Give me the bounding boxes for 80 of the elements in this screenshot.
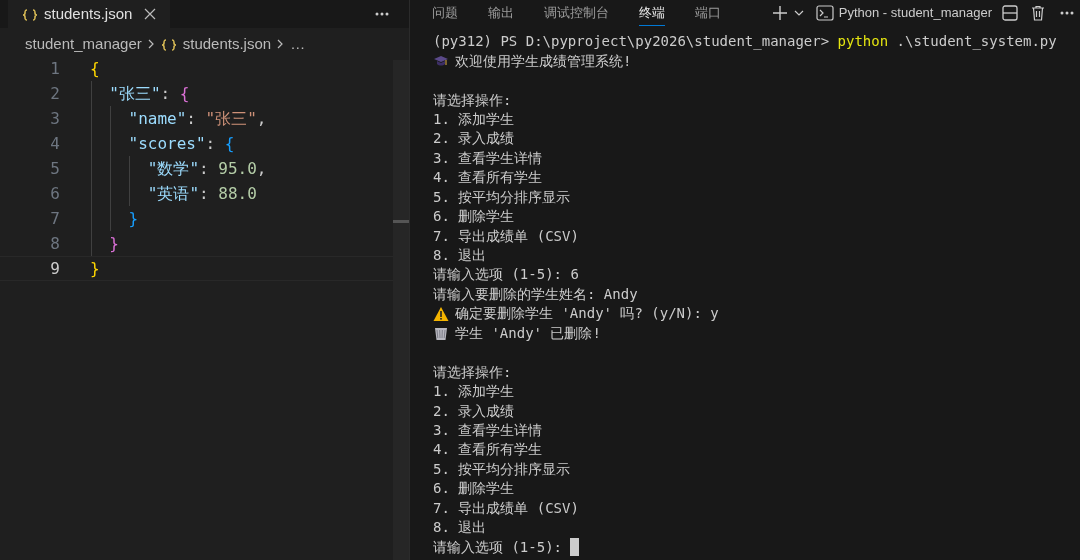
more-actions-icon[interactable] (375, 12, 389, 16)
terminal-line: 4. 查看所有学生 (433, 168, 543, 188)
panel-tab[interactable]: 问题 (432, 0, 458, 26)
panel-tab[interactable]: 输出 (488, 0, 514, 26)
line-number: 5 (49, 157, 61, 180)
code-token: } (90, 257, 100, 280)
line-number: 6 (49, 182, 61, 205)
panel-tab[interactable]: 终端 (639, 0, 665, 26)
breadcrumb-item[interactable]: … (290, 32, 306, 56)
panel-tab[interactable]: 端口 (695, 0, 721, 26)
terminal-line: 请输入选项 (1-5): 6 (433, 265, 579, 285)
terminal-line: 8. 退出 (433, 246, 487, 266)
chevron-right-icon (147, 39, 155, 49)
code-token: "英语" (146, 182, 200, 205)
terminal-line: 欢迎使用学生成绩管理系统! (455, 51, 632, 71)
terminal-line: 1. 添加学生 (433, 382, 515, 402)
more-actions-icon[interactable] (1060, 11, 1074, 15)
terminal-line: 7. 导出成绩单 (CSV) (433, 226, 579, 246)
breadcrumb-item[interactable]: students.json (182, 32, 272, 56)
terminal-line: (py312) PS D:\pyproject\py2026\student_manager> python .\student_system.py (433, 32, 1057, 52)
plus-icon[interactable] (771, 5, 788, 21)
breadcrumb-item[interactable]: student_manager (25, 32, 142, 56)
terminal-line: 确定要删除学生 'Andy' 吗? (y/N): y (455, 304, 719, 324)
line-number: 7 (49, 207, 61, 230)
json-file-icon (22, 7, 38, 21)
split-icon[interactable] (1002, 5, 1018, 21)
terminal-name[interactable]: Python - student_manager (838, 3, 992, 23)
code-token: { (90, 57, 100, 80)
terminal-line: 请选择操作: (433, 90, 512, 110)
wastebasket-icon (433, 325, 449, 342)
terminal-line: 请输入要删除的学生姓名: Andy (433, 284, 638, 304)
code-token: , (256, 157, 267, 180)
code-token: "张三" (108, 82, 161, 105)
terminal-line: 6. 删除学生 (433, 479, 515, 499)
line-number: 2 (49, 82, 61, 105)
json-file-icon (160, 37, 177, 51)
close-icon[interactable] (144, 8, 157, 20)
chevron-down-icon[interactable] (793, 9, 804, 17)
line-number: 4 (49, 132, 61, 155)
terminal-line: 学生 'Andy' 已删除! (455, 323, 601, 343)
code-token: } (127, 207, 139, 230)
terminal-line: 4. 查看所有学生 (433, 440, 543, 460)
warning-icon (433, 305, 449, 322)
code-token: "张三" (205, 107, 257, 130)
terminal-line: 7. 导出成绩单 (CSV) (433, 498, 579, 518)
terminal-line: 5. 按平均分排序显示 (433, 459, 571, 479)
terminal-line: 1. 添加学生 (433, 109, 515, 129)
code-token: 88.0 (218, 182, 257, 205)
line-number: 3 (49, 107, 61, 130)
code-token: : (199, 157, 210, 180)
code-token: , (256, 107, 267, 130)
terminal-line: 2. 录入成绩 (433, 401, 515, 421)
code-token: : (199, 182, 210, 205)
chevron-right-icon (277, 39, 285, 49)
editor-tab[interactable]: students.json (8, 0, 171, 28)
code-token: "scores" (127, 132, 206, 155)
terminal-line: 5. 按平均分排序显示 (433, 187, 571, 207)
line-number: 9 (49, 257, 61, 280)
terminal-line: 6. 删除学生 (433, 207, 515, 227)
terminal-line: 请选择操作: (433, 362, 512, 382)
code-token: "数学" (146, 157, 200, 180)
panel-tab[interactable]: 调试控制台 (544, 0, 609, 26)
code-token: : (205, 132, 217, 155)
terminal-line: 2. 录入成绩 (433, 129, 515, 149)
terminal-icon[interactable] (815, 5, 834, 21)
terminal-line: 3. 查看学生详情 (433, 148, 543, 168)
code-token: : (186, 107, 197, 130)
terminal-line: 请输入选项 (1-5): (433, 537, 563, 557)
code-token: { (179, 82, 190, 105)
tab-label: students.json (44, 3, 133, 24)
code-token: : (160, 82, 172, 105)
code-token: 95.0 (218, 157, 257, 180)
trash-icon[interactable] (1030, 5, 1046, 21)
code-token: } (108, 232, 119, 255)
code-token: "name" (127, 107, 187, 130)
terminal-line: 8. 退出 (433, 518, 487, 538)
line-number: 1 (49, 57, 61, 80)
terminal-line: 3. 查看学生详情 (433, 420, 543, 440)
code-token: { (224, 132, 235, 155)
line-number: 8 (49, 232, 61, 255)
